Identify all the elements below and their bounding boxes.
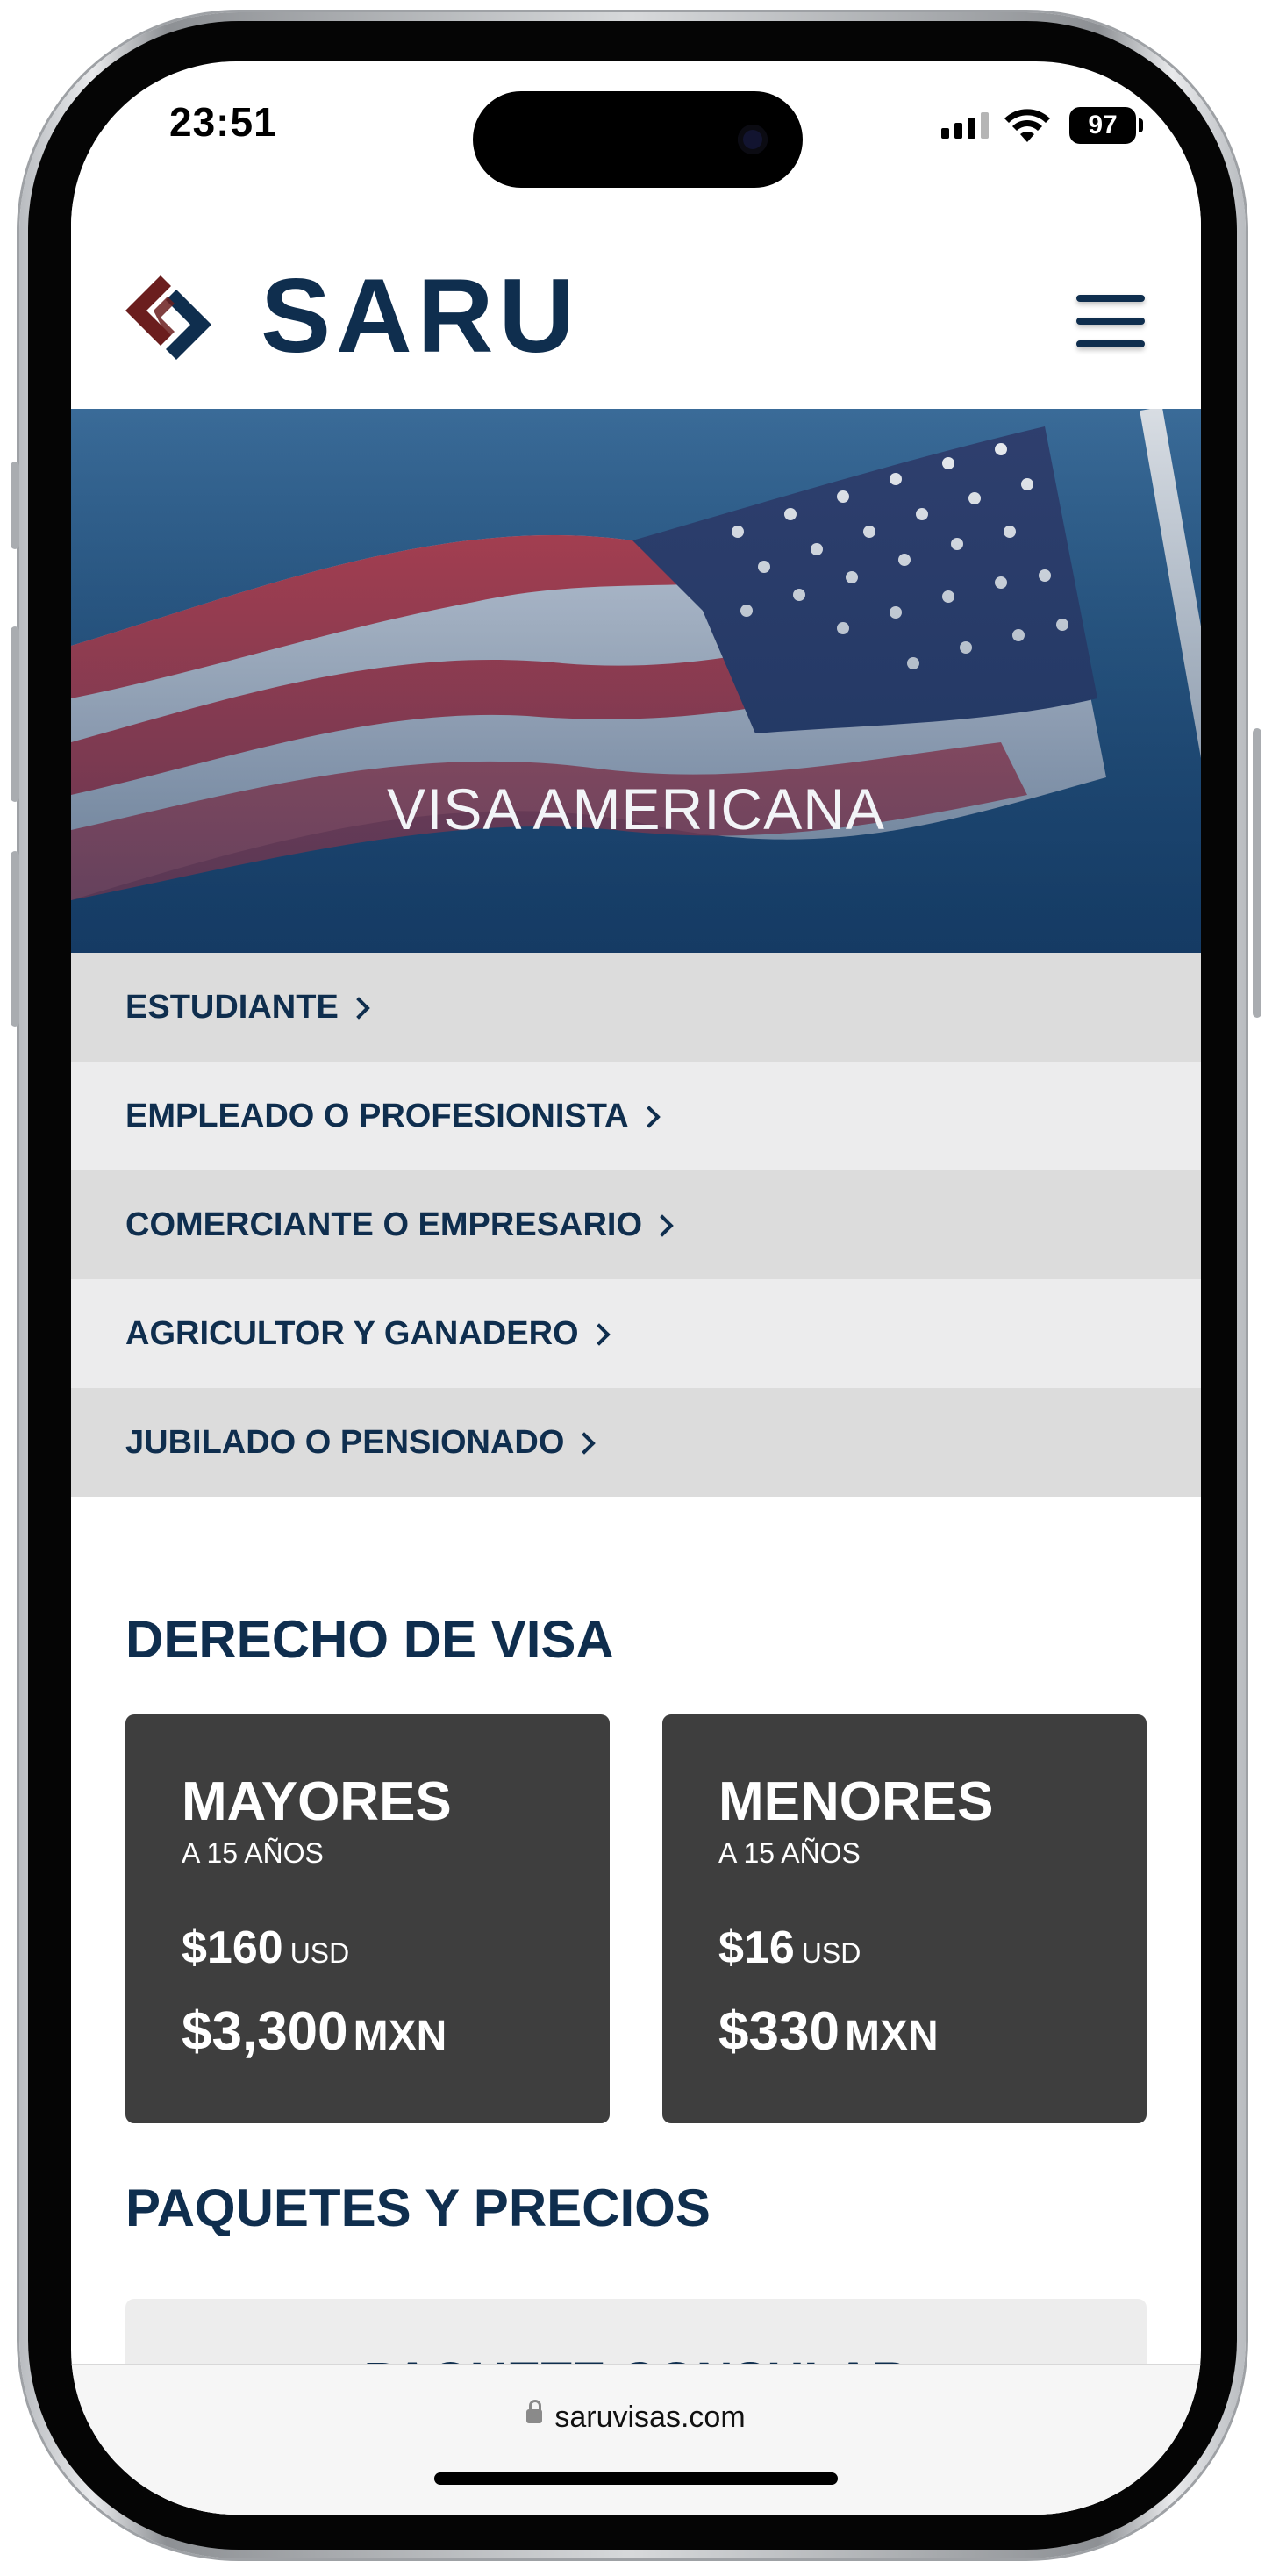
category-label: COMERCIANTE O EMPRESARIO [125, 1206, 643, 1243]
url-display[interactable]: saruvisas.com [71, 2400, 1201, 2435]
volume-up-button [11, 626, 19, 802]
screen: 23:51 97 SARU VISA AMERICANA ESTUDIANTE … [71, 61, 1201, 2515]
card-title: MENORES [718, 1771, 994, 1832]
mxn-price: $3,300 MXN [182, 2001, 447, 2062]
power-button [1253, 728, 1261, 1018]
american-flag-image [71, 409, 1201, 953]
mxn-price: $330 MXN [718, 2001, 939, 2062]
wifi-icon [1004, 109, 1050, 142]
front-camera-icon [738, 125, 768, 154]
chevron-right-icon [587, 1323, 611, 1346]
browser-address-bar[interactable]: saruvisas.com [71, 2364, 1201, 2515]
hamburger-menu-icon[interactable] [1076, 295, 1145, 351]
status-time: 23:51 [169, 99, 277, 145]
category-link-empleado[interactable]: EMPLEADO O PROFESIONISTA [71, 1062, 1201, 1170]
category-link-jubilado[interactable]: JUBILADO O PENSIONADO [71, 1388, 1201, 1497]
hero-banner: VISA AMERICANA [71, 409, 1201, 953]
battery-icon: 97 [1069, 107, 1143, 144]
chevron-right-icon [347, 997, 370, 1020]
price-card-menores: MENORES A 15 AÑOS $16 USD $330 MXN [662, 1714, 1147, 2123]
chevron-right-icon [573, 1432, 597, 1455]
category-link-agricultor[interactable]: AGRICULTOR Y GANADERO [71, 1279, 1201, 1388]
lock-icon [526, 2400, 543, 2424]
usd-price: $16 USD [718, 1922, 861, 1973]
home-indicator[interactable] [434, 2472, 838, 2485]
action-button [11, 462, 19, 549]
category-label: JUBILADO O PENSIONADO [125, 1423, 565, 1461]
saru-logo-icon[interactable] [122, 272, 213, 363]
category-label: AGRICULTOR Y GANADERO [125, 1314, 579, 1352]
price-card-mayores: MAYORES A 15 AÑOS $160 USD $3,300 MXN [125, 1714, 610, 2123]
packages-title: PAQUETES Y PRECIOS [125, 2179, 711, 2237]
category-label: EMPLEADO O PROFESIONISTA [125, 1097, 629, 1134]
category-link-comerciante[interactable]: COMERCIANTE O EMPRESARIO [71, 1170, 1201, 1279]
card-title: MAYORES [182, 1771, 452, 1832]
dynamic-island [473, 91, 803, 188]
signal-icon [941, 112, 989, 139]
card-subtitle: A 15 AÑOS [182, 1837, 324, 1869]
url-text: saruvisas.com [554, 2401, 746, 2434]
logo-text[interactable]: SARU [261, 254, 580, 377]
visa-fee-title: DERECHO DE VISA [125, 1610, 614, 1669]
chevron-right-icon [637, 1106, 661, 1128]
visa-category-list: ESTUDIANTE EMPLEADO O PROFESIONISTA COME… [71, 953, 1201, 1497]
volume-down-button [11, 851, 19, 1027]
hero-title: VISA AMERICANA [387, 776, 885, 841]
card-subtitle: A 15 AÑOS [718, 1837, 861, 1869]
category-label: ESTUDIANTE [125, 988, 339, 1026]
usd-price: $160 USD [182, 1922, 350, 1973]
site-header: SARU [71, 202, 1201, 409]
chevron-right-icon [651, 1214, 674, 1237]
category-link-estudiante[interactable]: ESTUDIANTE [71, 953, 1201, 1062]
